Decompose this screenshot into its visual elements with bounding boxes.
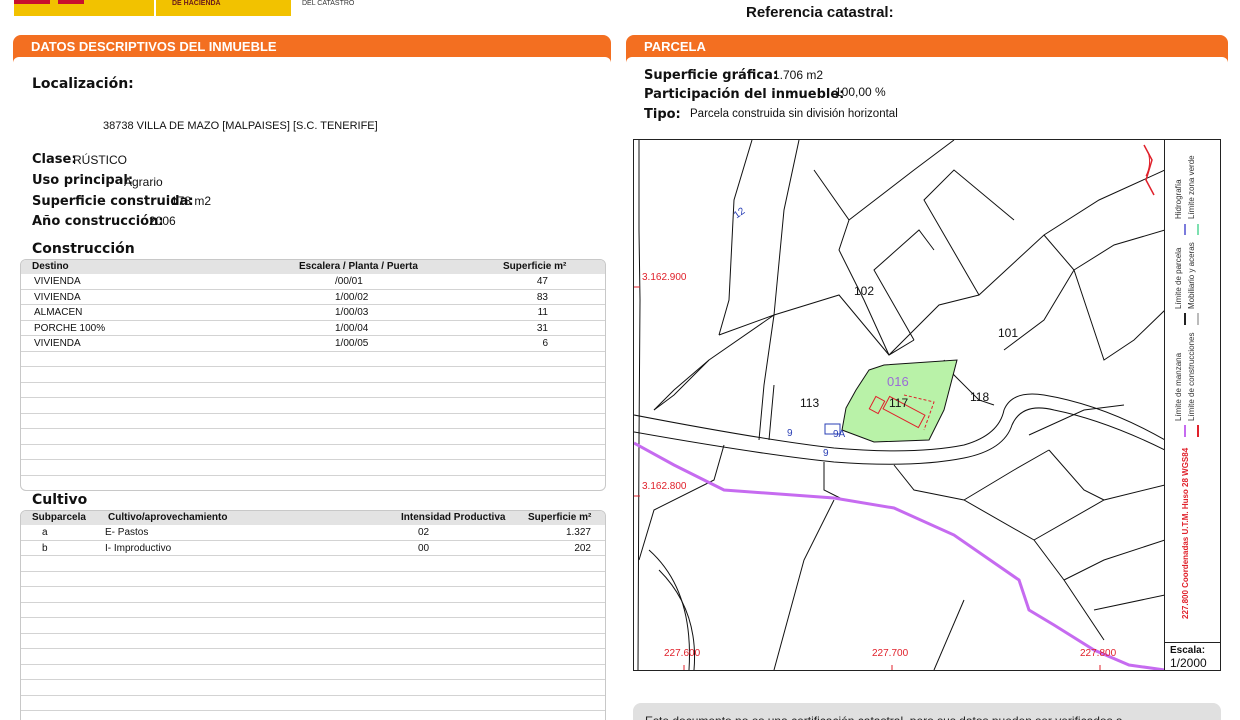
clase-value: RÚSTICO — [73, 153, 127, 167]
legend-limite-parcela: Límite de parcela — [1174, 247, 1183, 309]
construccion-table: Destino Escalera / Planta / Puerta Super… — [20, 259, 606, 491]
block-number: 9 — [787, 428, 793, 439]
table-row-empty — [21, 352, 605, 367]
cultivo-title: Cultivo — [32, 492, 88, 508]
table-row-empty — [21, 414, 605, 429]
table-row-empty — [21, 711, 605, 720]
legend-limite-construcciones: Límite de construcciones — [1187, 332, 1196, 422]
subparcel-label: 016 — [887, 374, 909, 389]
participacion-label: Participación del inmueble: — [644, 87, 845, 102]
clase-label: Clase: — [32, 152, 77, 167]
table-row-empty — [21, 556, 605, 572]
uso-value: Agrario — [124, 175, 163, 189]
table-row-empty — [21, 429, 605, 445]
legend-hidrografia: Hidrografía — [1174, 179, 1183, 219]
uso-label: Uso principal: — [32, 173, 134, 188]
table-row: VIVIENDA 1/00/05 6 — [21, 336, 605, 352]
table-row: VIVIENDA/00/01 47 — [21, 274, 605, 290]
anio-construccion-label: Año construcción: — [32, 214, 164, 229]
construccion-table-header: Destino Escalera / Planta / Puerta Super… — [21, 260, 605, 274]
table-row-empty — [21, 634, 605, 649]
legend-zona-verde: Límite zona verde — [1187, 155, 1196, 219]
parcel-number: 101 — [998, 326, 1019, 340]
table-row-empty — [21, 696, 605, 711]
government-logo — [14, 0, 154, 16]
parcel-number: 113 — [800, 396, 820, 410]
superficie-grafica-value: 1.706 m2 — [773, 68, 824, 82]
scale-label: Escala: — [1170, 645, 1206, 656]
legend-mobiliario: Mobiliario y aceras — [1187, 242, 1196, 309]
superficie-construida-value: 178 m2 — [171, 194, 212, 208]
coord-x-label: 227.800 — [1080, 648, 1117, 659]
disclaimer-notice: Este documento no es una certificación c… — [633, 703, 1221, 720]
table-row-empty — [21, 460, 605, 476]
coord-y-label: 3.162.900 — [642, 272, 687, 283]
table-row-empty — [21, 665, 605, 680]
legend-limite-manzana: Límite de manzana — [1174, 352, 1183, 421]
table-row: b I- Improductivo 00 202 — [21, 541, 605, 556]
parcel-number: 117 — [889, 396, 909, 410]
anio-construccion-value: 2006 — [149, 214, 176, 228]
superficie-grafica-label: Superficie gráfica: — [644, 68, 779, 83]
localizacion-label: Localización: — [32, 76, 134, 92]
block-number: 9A — [833, 429, 846, 440]
table-row-empty — [21, 680, 605, 696]
catastro-label: DEL CATASTRO — [302, 0, 355, 7]
table-row-empty — [21, 383, 605, 398]
table-row: VIVIENDA 1/00/02 83 — [21, 290, 605, 305]
table-row: ALMACEN 1/00/03 11 — [21, 305, 605, 321]
table-row: a E- Pastos 02 1.327 — [21, 525, 605, 541]
superficie-construida-label: Superficie construida: — [32, 194, 194, 209]
tipo-label: Tipo: — [644, 107, 681, 122]
block-number: 9 — [823, 448, 829, 459]
table-row: PORCHE 100% 1/00/04 31 — [21, 321, 605, 336]
participacion-value: 100,00 % — [835, 85, 886, 99]
table-row-empty — [21, 572, 605, 587]
table-row-empty — [21, 649, 605, 665]
parcel-number: 118 — [970, 390, 990, 404]
cadastral-map[interactable]: 102 101 113 118 117 016 12 9 9A 9 3.162.… — [633, 139, 1221, 671]
cultivo-table-header: Subparcela Cultivo/aprovechamiento Inten… — [21, 511, 605, 525]
tipo-value: Parcela construida sin división horizont… — [690, 108, 898, 120]
coord-x-label: 227.700 — [872, 648, 909, 659]
table-row-empty — [21, 618, 605, 634]
coord-x-label: 227.600 — [664, 648, 701, 659]
datos-descriptivos-header: DATOS DESCRIPTIVOS DEL INMUEBLE — [13, 35, 611, 63]
cultivo-table: Subparcela Cultivo/aprovechamiento Inten… — [20, 510, 606, 720]
parcela-header: PARCELA — [626, 35, 1228, 63]
scale-value: 1/2000 — [1170, 656, 1207, 670]
legend-coordenadas: 227.800 Coordenadas U.T.M. Huso 28 WGS84 — [1181, 447, 1190, 619]
table-row-empty — [21, 587, 605, 603]
scale-box: Escala: 1/2000 — [1164, 642, 1221, 671]
referencia-catastral-title: Referencia catastral: — [746, 4, 894, 21]
table-row-empty — [21, 367, 605, 383]
river-line — [634, 441, 1165, 670]
map-legend: Hidrografía Límite zona verde Límite de … — [1164, 139, 1221, 671]
table-row-empty — [21, 445, 605, 460]
coord-y-label: 3.162.800 — [642, 481, 687, 492]
table-row-empty — [21, 603, 605, 618]
table-row-empty — [21, 476, 605, 491]
table-row-empty — [21, 398, 605, 414]
parcel-number: 102 — [854, 284, 875, 298]
localizacion-value: 38738 VILLA DE MAZO [MALPAISES] [S.C. TE… — [103, 120, 378, 132]
ministry-banner: DE HACIENDA — [156, 0, 291, 16]
construccion-title: Construcción — [32, 241, 135, 257]
